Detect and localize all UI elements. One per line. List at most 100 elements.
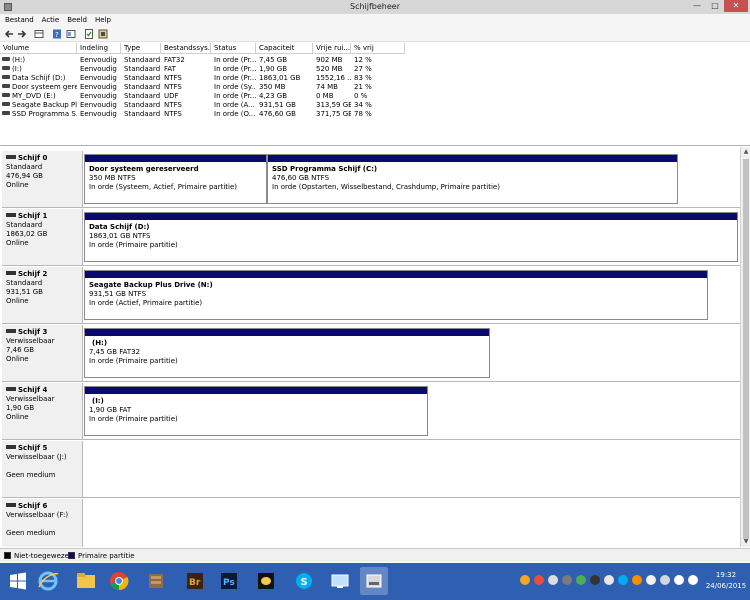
volume-row[interactable]: MY_DVD (E:) Eenvoudig Standaard UDF In o… xyxy=(0,92,405,101)
partition[interactable]: (I:) 1,90 GB FAT In orde (Primaire parti… xyxy=(84,386,428,436)
volume-type: Standaard xyxy=(124,56,161,64)
drive-icon xyxy=(2,84,10,88)
disk-props-icon[interactable] xyxy=(98,29,108,39)
check-disk-icon[interactable] xyxy=(84,29,94,39)
file-explorer-icon[interactable] xyxy=(72,567,100,595)
properties-icon[interactable] xyxy=(66,29,76,39)
tray-app-icon[interactable] xyxy=(632,575,642,585)
col-header-vrije-ruimte[interactable]: Vrije rui... xyxy=(313,43,351,54)
tray-app-icon[interactable] xyxy=(576,575,586,585)
disk-info[interactable]: Schijf 5 Verwisselbaar (J:) Geen medium xyxy=(2,441,83,497)
minimize-button[interactable]: — xyxy=(688,0,706,12)
disk-info[interactable]: Schijf 3 Verwisselbaar 7,46 GB Online xyxy=(2,325,83,381)
list-view-icon[interactable] xyxy=(34,29,44,39)
help-icon[interactable]: ? xyxy=(52,29,62,39)
remote-desktop-icon[interactable] xyxy=(326,567,354,595)
volume-status: In orde (Pr... xyxy=(214,74,256,82)
volume-name: Data Schijf (D:) xyxy=(12,74,66,82)
clock[interactable]: 19:32 24/06/2015 xyxy=(703,570,749,592)
show-hidden-icons-icon[interactable] xyxy=(646,575,656,585)
partition-status: In orde (Primaire partitie) xyxy=(89,357,178,365)
scroll-down-arrow-icon[interactable]: ▼ xyxy=(741,537,750,547)
menu-help[interactable]: Help xyxy=(91,14,115,26)
volume-status: In orde (Pr... xyxy=(214,65,256,73)
vertical-scrollbar[interactable]: ▲ ▼ xyxy=(740,147,750,547)
adobe-bridge-icon[interactable]: Br xyxy=(181,567,209,595)
volume-name: Seagate Backup Pl... xyxy=(12,101,77,109)
volume-type: Standaard xyxy=(124,65,161,73)
disk-size: 476,94 GB xyxy=(6,172,43,180)
flag-icon[interactable] xyxy=(660,575,670,585)
internet-explorer-icon[interactable] xyxy=(34,567,62,595)
volume-layout: Eenvoudig xyxy=(80,74,117,82)
scroll-up-arrow-icon[interactable]: ▲ xyxy=(741,147,750,157)
tray-app-icon[interactable] xyxy=(520,575,530,585)
col-header-status[interactable]: Status xyxy=(211,43,256,54)
start-windows-icon[interactable] xyxy=(4,567,32,595)
volume-row[interactable]: Door systeem gere... Eenvoudig Standaard… xyxy=(0,83,405,92)
partition-name: SSD Programma Schijf (C:) xyxy=(272,165,378,173)
chrome-icon[interactable] xyxy=(105,567,133,595)
tray-app-icon[interactable] xyxy=(548,575,558,585)
tray-app-icon[interactable] xyxy=(604,575,614,585)
volume-row[interactable]: Seagate Backup Pl... Eenvoudig Standaard… xyxy=(0,101,405,110)
col-header-volume[interactable]: Volume xyxy=(0,43,77,54)
disk-name: Schijf 1 xyxy=(18,212,48,220)
tray-app-icon[interactable] xyxy=(534,575,544,585)
partition-size: 476,60 GB NTFS xyxy=(272,174,330,182)
tray-app-icon[interactable] xyxy=(590,575,600,585)
menu-beeld[interactable]: Beeld xyxy=(63,14,91,26)
volume-icon[interactable] xyxy=(688,575,698,585)
app-icon[interactable] xyxy=(252,567,280,595)
back-arrow-icon[interactable] xyxy=(4,29,14,39)
volume-row[interactable]: Data Schijf (D:) Eenvoudig Standaard NTF… xyxy=(0,74,405,83)
disk-info[interactable]: Schijf 6 Verwisselbaar (F:) Geen medium xyxy=(2,499,83,547)
photoshop-icon[interactable]: Ps xyxy=(215,567,243,595)
archive-app-icon[interactable] xyxy=(142,567,170,595)
partition[interactable]: SSD Programma Schijf (C:) 476,60 GB NTFS… xyxy=(267,154,678,204)
primary-partition-bar xyxy=(85,155,266,162)
col-header-bestandssysteem[interactable]: Bestandssys... xyxy=(161,43,211,54)
volume-layout: Eenvoudig xyxy=(80,65,117,73)
disk-management-icon[interactable] xyxy=(360,567,388,595)
disk-info[interactable]: Schijf 2 Standaard 931,51 GB Online xyxy=(2,267,83,323)
partition[interactable]: Seagate Backup Plus Drive (N:) 931,51 GB… xyxy=(84,270,708,320)
volume-type: Standaard xyxy=(124,83,161,91)
volume-layout: Eenvoudig xyxy=(80,110,117,118)
partition[interactable]: Door systeem gereserveerd 350 MB NTFS In… xyxy=(84,154,267,204)
disk-status: Online xyxy=(6,181,29,189)
volume-filesystem: NTFS xyxy=(164,74,182,82)
disk-info[interactable]: Schijf 0 Standaard 476,94 GB Online xyxy=(2,151,83,207)
tray-skype-icon[interactable] xyxy=(618,575,628,585)
forward-arrow-icon[interactable] xyxy=(17,29,27,39)
col-header-indeling[interactable]: Indeling xyxy=(77,43,121,54)
taskbar: Br Ps S 19:32 24/06/2015 xyxy=(0,563,750,600)
col-header-type[interactable]: Type xyxy=(121,43,161,54)
partition[interactable]: (H:) 7,45 GB FAT32 In orde (Primaire par… xyxy=(84,328,490,378)
volume-layout: Eenvoudig xyxy=(80,56,117,64)
disk-type: Verwisselbaar (J:) xyxy=(6,453,67,461)
volume-free-space: 371,75 GB xyxy=(316,110,351,118)
network-icon[interactable] xyxy=(674,575,684,585)
drive-icon xyxy=(2,75,10,79)
volume-status: In orde (A... xyxy=(214,101,255,109)
drive-icon xyxy=(2,66,10,70)
disk-info[interactable]: Schijf 1 Standaard 1863,02 GB Online xyxy=(2,209,83,265)
skype-icon[interactable]: S xyxy=(290,567,318,595)
col-header-capaciteit[interactable]: Capaciteit xyxy=(256,43,313,54)
volume-row[interactable]: (I:) Eenvoudig Standaard FAT In orde (Pr… xyxy=(0,65,405,74)
disk-info[interactable]: Schijf 4 Verwisselbaar 1,90 GB Online xyxy=(2,383,83,439)
menu-actie[interactable]: Actie xyxy=(38,14,64,26)
maximize-button[interactable]: □ xyxy=(706,0,724,12)
close-button[interactable]: ✕ xyxy=(724,0,748,12)
disk-type: Verwisselbaar (F:) xyxy=(6,511,69,519)
menu-bestand[interactable]: Bestand xyxy=(0,14,38,26)
volume-row[interactable]: (H:) Eenvoudig Standaard FAT32 In orde (… xyxy=(0,56,405,65)
scrollbar-thumb[interactable] xyxy=(743,159,749,539)
col-header-percent-vrij[interactable]: % vrij xyxy=(351,43,405,54)
tray-app-icon[interactable] xyxy=(562,575,572,585)
volume-layout: Eenvoudig xyxy=(80,83,117,91)
partition[interactable]: Data Schijf (D:) 1863,01 GB NTFS In orde… xyxy=(84,212,738,262)
volume-list: Volume Indeling Type Bestandssys... Stat… xyxy=(0,43,750,146)
volume-row[interactable]: SSD Programma S... Eenvoudig Standaard N… xyxy=(0,110,405,119)
